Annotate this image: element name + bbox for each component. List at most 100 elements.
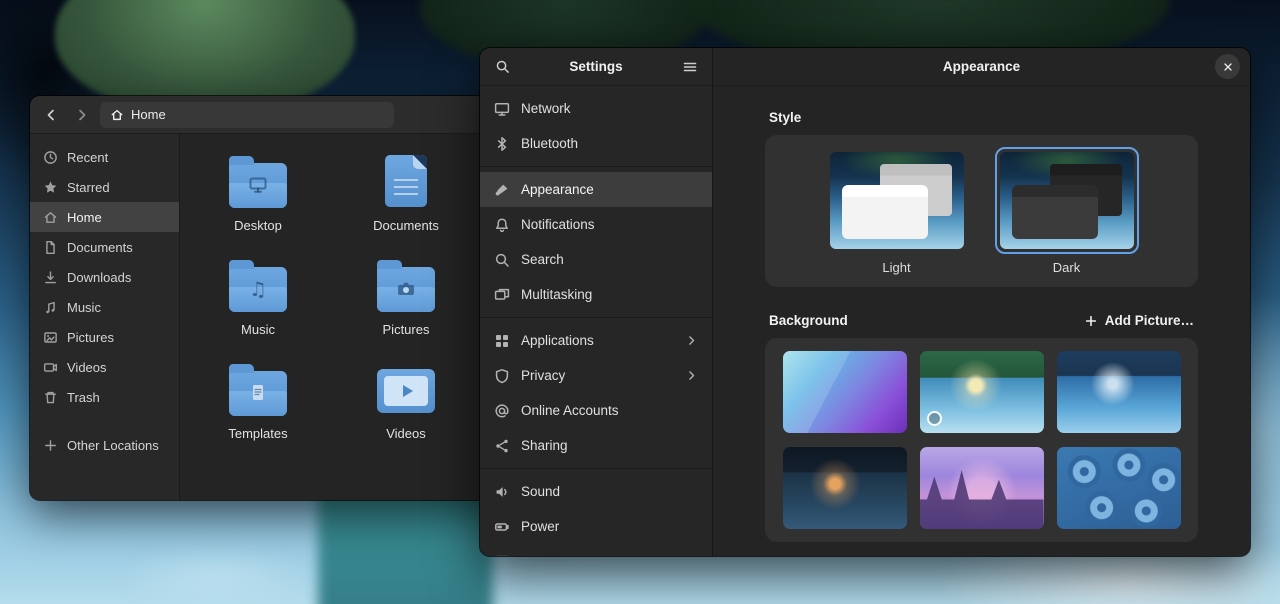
nav-label: Power [521,519,559,534]
chevron-left-icon [43,107,59,123]
sidebar-label: Starred [67,180,110,195]
breadcrumb[interactable]: Home [100,102,394,128]
close-icon [1222,61,1234,73]
selected-indicator [927,411,942,426]
nav-label: Applications [521,333,594,348]
wallpaper-thumb-winter-purple[interactable] [920,447,1044,529]
wallpaper-thumb-landscape-blue[interactable] [1057,351,1181,433]
folder-documents[interactable]: Documents [348,150,464,233]
files-sidebar-item-other-locations[interactable]: Other Locations [30,430,179,460]
light-option-label: Light [882,260,910,275]
style-option-light[interactable]: Light [825,147,969,275]
privacy-shield-icon [494,368,510,384]
nav-label: Network [521,101,571,116]
nav-label: Online Accounts [521,403,619,418]
files-sidebar-item-recent[interactable]: Recent [30,142,179,172]
settings-nav-power[interactable]: Power [480,509,712,544]
page-glyph-icon [247,382,269,404]
settings-nav-notifications[interactable]: Notifications [480,207,712,242]
settings-nav-online-accounts[interactable]: Online Accounts [480,393,712,428]
settings-nav-privacy[interactable]: Privacy [480,358,712,393]
sidebar-label: Pictures [67,330,114,345]
files-sidebar-item-music[interactable]: Music [30,292,179,322]
sidebar-label: Other Locations [67,438,159,453]
settings-nav-sound[interactable]: Sound [480,474,712,509]
page-lines [394,179,418,196]
wallpaper-thumb-landscape-dark[interactable] [783,447,907,529]
sidebar-label: Downloads [67,270,131,285]
nav-label: Appearance [521,182,594,197]
sidebar-label: Home [67,210,102,225]
multitasking-icon [494,287,510,303]
settings-nav-network[interactable]: Network [480,91,712,126]
breadcrumb-label: Home [131,107,166,122]
applications-grid-icon [494,333,510,349]
dark-preview-frame-selected [995,147,1139,254]
nav-label: Sharing [521,438,568,453]
settings-nav-sharing[interactable]: Sharing [480,428,712,463]
background-section-header: Background Add Picture… [769,313,1194,328]
desktop-folder-icon [229,150,287,212]
folder-pictures[interactable]: Pictures [348,254,464,337]
forward-button[interactable] [69,102,95,128]
light-preview-frame [825,147,969,254]
nav-label: Sound [521,484,560,499]
back-button[interactable] [38,102,64,128]
folder-videos[interactable]: Videos [348,358,464,441]
nav-label: Bluetooth [521,136,578,151]
style-card: Light Dark [765,135,1198,287]
settings-nav-multitasking[interactable]: Multitasking [480,277,712,312]
nav-label: Search [521,252,564,267]
folder-desktop[interactable]: Desktop [200,150,316,233]
settings-nav-bluetooth[interactable]: Bluetooth [480,126,712,161]
close-button[interactable] [1215,54,1240,79]
star-icon [43,180,58,195]
nav-separator [480,166,712,167]
files-sidebar-item-videos[interactable]: Videos [30,352,179,382]
preview-front-window [842,185,928,239]
bluetooth-icon [494,136,510,152]
style-option-dark[interactable]: Dark [995,147,1139,275]
files-sidebar-item-documents[interactable]: Documents [30,232,179,262]
settings-nav-search[interactable]: Search [480,242,712,277]
sound-speaker-icon [494,484,510,500]
wallpaper-thumb-landscape-day[interactable] [920,351,1044,433]
wallpaper-cloud [115,542,315,604]
desktop: Home Recent Starred [0,0,1280,604]
panel-title: Appearance [943,59,1020,74]
settings-sidebar-headerbar: Settings [480,48,712,86]
folder-templates[interactable]: Templates [200,358,316,441]
primary-menu-button[interactable] [677,54,703,80]
nav-label: Multitasking [521,287,592,302]
settings-panel-headerbar: Appearance [713,48,1250,86]
files-sidebar-item-home[interactable]: Home [30,202,179,232]
dark-option-label: Dark [1053,260,1080,275]
dark-style-preview [1000,152,1134,249]
files-sidebar-item-downloads[interactable]: Downloads [30,262,179,292]
files-sidebar: Recent Starred Home Documents Downloads [30,134,180,500]
music-note-icon [43,300,58,315]
settings-window-title: Settings [569,59,622,74]
music-folder-icon: ♫ [229,254,287,316]
sidebar-label: Trash [67,390,100,405]
chevron-right-icon [74,107,90,123]
folder-name: Documents [373,218,439,233]
files-sidebar-item-trash[interactable]: Trash [30,382,179,412]
wallpaper-thumb-abstract[interactable] [783,351,907,433]
wallpaper-thumb-blue-knots[interactable] [1057,447,1181,529]
settings-sidebar: Settings Network Bluetooth Appearance [480,48,713,556]
home-icon [110,108,124,122]
files-sidebar-item-starred[interactable]: Starred [30,172,179,202]
videos-screen-icon [377,358,435,420]
folder-music[interactable]: ♫ Music [200,254,316,337]
preview-front-window [1012,185,1098,239]
files-sidebar-item-pictures[interactable]: Pictures [30,322,179,352]
settings-nav-appearance[interactable]: Appearance [480,172,712,207]
settings-nav-displays[interactable]: Displays [480,544,712,556]
templates-folder-icon [229,358,287,420]
style-section-heading: Style [769,110,1194,125]
recent-clock-icon [43,150,58,165]
settings-nav-applications[interactable]: Applications [480,323,712,358]
add-picture-button[interactable]: Add Picture… [1084,313,1194,328]
settings-search-button[interactable] [489,54,515,80]
